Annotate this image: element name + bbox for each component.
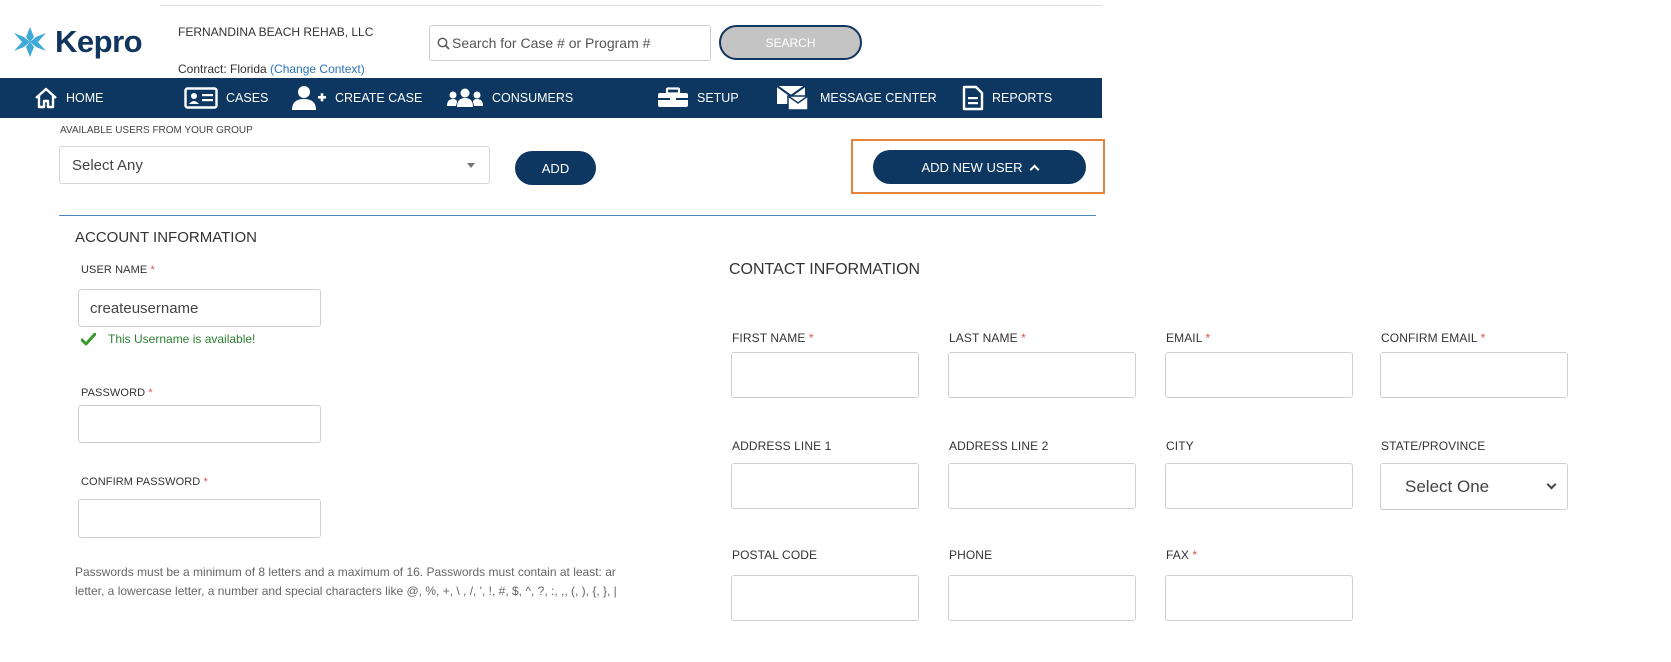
required-mark: * xyxy=(1205,331,1211,345)
required-mark: * xyxy=(1021,331,1026,345)
nav-message-center-label: MESSAGE CENTER xyxy=(820,91,937,105)
postal-code-input[interactable] xyxy=(731,575,919,621)
available-users-select[interactable]: Select Any xyxy=(59,146,490,184)
kepro-logo[interactable]: Kepro xyxy=(11,24,143,60)
chevron-down-icon xyxy=(1546,479,1557,490)
required-mark: * xyxy=(1480,331,1486,345)
add-new-user-button[interactable]: ADD NEW USER xyxy=(873,150,1086,184)
fax-input[interactable] xyxy=(1165,575,1353,621)
required-mark: * xyxy=(1192,548,1198,562)
section-divider xyxy=(59,215,1096,216)
caret-down-icon xyxy=(467,162,475,168)
nav-create-case-label: CREATE CASE xyxy=(335,91,423,105)
city-label: CITY xyxy=(1166,439,1194,453)
username-input[interactable] xyxy=(78,289,321,327)
organization-name: FERNANDINA BEACH REHAB, LLC xyxy=(178,25,374,39)
toolbox-icon xyxy=(658,87,688,107)
nav-setup[interactable]: SETUP xyxy=(657,78,739,118)
required-mark: * xyxy=(148,387,153,399)
case-search-input[interactable] xyxy=(452,35,692,51)
main-nav: HOME CASES CREATE CASE CONSUMERS SETUP M… xyxy=(0,78,1102,118)
message-center-icon xyxy=(776,85,809,111)
kepro-star-icon xyxy=(14,27,46,57)
nav-home-label: HOME xyxy=(66,91,104,105)
available-users-label: AVAILABLE USERS FROM YOUR GROUP xyxy=(60,125,253,136)
available-users-selected: Select Any xyxy=(72,156,143,174)
state-province-select[interactable]: Select One xyxy=(1380,463,1568,510)
case-search-box[interactable] xyxy=(429,25,711,61)
city-input[interactable] xyxy=(1165,463,1353,509)
first-name-label-text: FIRST NAME xyxy=(732,331,806,345)
fax-label: FAX * xyxy=(1166,548,1197,562)
home-icon xyxy=(35,87,57,109)
confirm-password-label-text: CONFIRM PASSWORD xyxy=(81,476,201,488)
first-name-label: FIRST NAME * xyxy=(732,331,814,345)
contract-label: Contract: Florida xyxy=(178,62,267,76)
email-input[interactable] xyxy=(1165,352,1353,398)
confirm-email-label: CONFIRM EMAIL * xyxy=(1381,331,1485,345)
nav-home[interactable]: HOME xyxy=(34,78,104,118)
fax-label-text: FAX xyxy=(1166,548,1189,562)
password-label-text: PASSWORD xyxy=(81,387,146,399)
state-province-selected: Select One xyxy=(1405,476,1490,496)
last-name-label-text: LAST NAME xyxy=(949,331,1018,345)
confirm-password-input[interactable] xyxy=(78,499,321,538)
username-label: USER NAME * xyxy=(81,264,155,276)
required-mark: * xyxy=(808,331,814,345)
username-available-message: This Username is available! xyxy=(81,332,255,346)
change-context-link[interactable]: (Change Context) xyxy=(270,62,365,76)
confirm-email-label-text: CONFIRM EMAIL xyxy=(1381,331,1478,345)
address-line-2-label: ADDRESS LINE 2 xyxy=(949,439,1049,453)
email-label-text: EMAIL xyxy=(1166,331,1203,345)
id-card-icon xyxy=(184,87,218,109)
contract-info: Contract: Florida (Change Context) xyxy=(178,62,365,76)
phone-input[interactable] xyxy=(948,575,1136,621)
nav-consumers-label: CONSUMERS xyxy=(492,91,574,105)
last-name-label: LAST NAME * xyxy=(949,331,1026,345)
last-name-input[interactable] xyxy=(948,352,1136,398)
email-label: EMAIL * xyxy=(1166,331,1210,345)
address-line-1-input[interactable] xyxy=(731,463,919,509)
password-label: PASSWORD * xyxy=(81,387,153,399)
confirm-email-input[interactable] xyxy=(1380,352,1568,398)
password-note-line-2: letter, a lowercase letter, a number and… xyxy=(75,584,617,598)
password-note-line-1: Passwords must be a minimum of 8 letters… xyxy=(75,565,616,579)
nav-cases[interactable]: CASES xyxy=(184,78,268,118)
first-name-input[interactable] xyxy=(731,352,919,398)
users-group-icon xyxy=(447,88,483,107)
state-province-label: STATE/PROVINCE xyxy=(1381,439,1486,453)
required-mark: * xyxy=(203,476,208,488)
document-icon xyxy=(962,85,984,111)
top-divider xyxy=(160,5,1102,6)
nav-cases-label: CASES xyxy=(226,91,269,105)
phone-label: PHONE xyxy=(949,548,993,562)
required-mark: * xyxy=(150,264,155,276)
nav-reports-label: REPORTS xyxy=(992,91,1053,105)
password-requirements-note: Passwords must be a minimum of 8 letters… xyxy=(75,563,723,601)
chevron-up-icon xyxy=(1029,164,1040,174)
username-label-text: USER NAME xyxy=(81,264,148,276)
nav-create-case[interactable]: CREATE CASE xyxy=(291,78,422,118)
account-info-title: ACCOUNT INFORMATION xyxy=(75,229,257,246)
checkmark-icon xyxy=(81,332,96,345)
add-user-button[interactable]: ADD xyxy=(515,151,596,185)
search-icon xyxy=(437,37,450,50)
add-user-icon xyxy=(292,86,326,110)
nav-consumers[interactable]: CONSUMERS xyxy=(446,78,573,118)
address-line-1-label: ADDRESS LINE 1 xyxy=(732,439,832,453)
add-new-user-label: ADD NEW USER xyxy=(921,159,1023,175)
confirm-password-label: CONFIRM PASSWORD * xyxy=(81,476,208,488)
username-available-text: This Username is available! xyxy=(108,332,256,346)
address-line-2-input[interactable] xyxy=(948,463,1136,509)
contact-info-title: CONTACT INFORMATION xyxy=(729,261,921,278)
logo-text: Kepro xyxy=(55,24,143,59)
search-button[interactable]: SEARCH xyxy=(719,25,862,60)
nav-reports[interactable]: REPORTS xyxy=(962,78,1052,118)
postal-code-label: POSTAL CODE xyxy=(732,548,818,562)
password-input[interactable] xyxy=(78,405,321,443)
nav-setup-label: SETUP xyxy=(697,91,739,105)
nav-message-center[interactable]: MESSAGE CENTER xyxy=(776,78,937,118)
